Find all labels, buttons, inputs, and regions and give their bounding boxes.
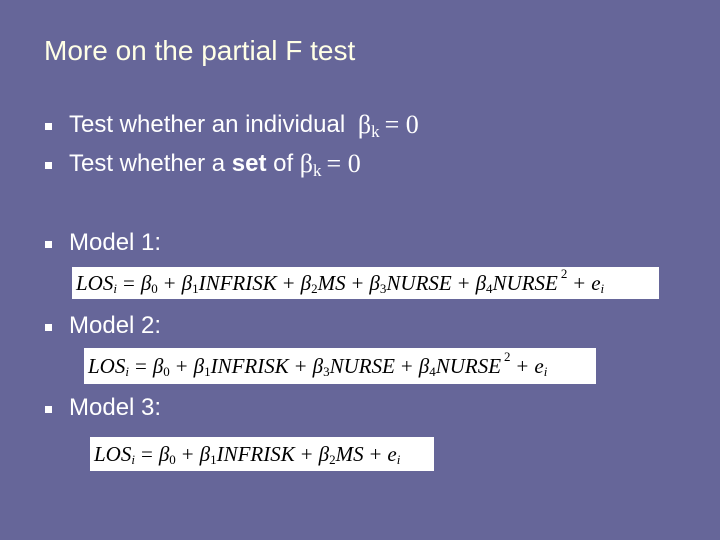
coefficient-subscript: 3	[379, 281, 387, 296]
equals-sign: =	[140, 441, 153, 466]
slide: More on the partial F test Test whether …	[0, 0, 720, 540]
equation-lhs-subscript: i	[125, 364, 129, 379]
plus-sign: +	[175, 353, 188, 378]
variable-name: NURSE	[492, 270, 558, 295]
plus-sign: +	[573, 270, 586, 295]
beta-coefficient: β	[312, 353, 324, 378]
beta-coefficient: β	[300, 270, 312, 295]
beta-coefficient: β	[318, 441, 330, 466]
bullet-text: Test whether an individual	[69, 111, 352, 138]
plus-sign: +	[163, 270, 176, 295]
error-term: e	[534, 353, 544, 378]
bullet-item-model-2: Model 2:	[45, 311, 161, 341]
beta-coefficient: β	[199, 441, 211, 466]
square-bullet-icon	[45, 122, 52, 130]
variable-name: INFRISK	[198, 270, 277, 295]
coefficient-subscript: 1	[192, 281, 199, 296]
plus-sign: +	[300, 441, 313, 466]
variable-name: MS	[335, 441, 364, 466]
plus-sign: +	[516, 353, 529, 378]
square-bullet-icon	[45, 405, 52, 413]
beta-coefficient: β	[152, 353, 164, 378]
slide-title: More on the partial F test	[44, 35, 356, 66]
plus-sign: +	[400, 353, 413, 378]
plus-sign: +	[181, 441, 194, 466]
coefficient-subscript: 2	[311, 281, 318, 296]
variable-name: NURSE	[435, 353, 502, 378]
bullet-bold-text: set	[231, 150, 267, 177]
exponent: 2	[504, 349, 511, 364]
error-term: e	[591, 270, 601, 295]
beta-coefficient: β	[369, 270, 380, 295]
beta-coefficient: β	[193, 353, 205, 378]
subscript: k	[371, 122, 380, 141]
beta-symbol: β	[299, 149, 314, 178]
error-subscript: i	[396, 452, 401, 467]
plus-sign: +	[369, 441, 382, 466]
bullet-text-suffix: of	[266, 150, 300, 177]
beta-coefficient: β	[181, 270, 193, 295]
model-3-equation: LOS i = β 0 + β 1 INFRISK + β 2 MS + e i	[90, 437, 434, 471]
equation-lhs-subscript: i	[113, 281, 117, 296]
coefficient-subscript: 2	[329, 452, 336, 467]
coefficient-subscript: 0	[151, 281, 158, 296]
variable-name: INFRISK	[216, 441, 295, 466]
bullet-item-set: Test whether a set of βk = 0	[45, 149, 361, 180]
variable-name: MS	[317, 270, 346, 295]
plus-sign: +	[282, 270, 295, 295]
plus-sign: +	[457, 270, 470, 295]
coefficient-subscript: 0	[169, 452, 176, 467]
coefficient-subscript: 0	[163, 364, 170, 379]
plus-sign: +	[351, 270, 364, 295]
beta-symbol: β	[357, 110, 372, 139]
model-label: Model 1:	[69, 229, 162, 256]
plus-sign: +	[294, 353, 307, 378]
square-bullet-icon	[45, 240, 52, 248]
equals-sign: =	[134, 353, 147, 378]
error-subscript: i	[543, 364, 548, 379]
bullet-item-individual: Test whether an individual βk = 0	[45, 110, 419, 141]
model-label: Model 3:	[69, 394, 162, 421]
square-bullet-icon	[45, 323, 52, 331]
equals-zero: = 0	[384, 110, 419, 139]
beta-coefficient: β	[475, 270, 487, 295]
coefficient-subscript: 4	[486, 281, 493, 296]
equals-zero: = 0	[326, 149, 361, 178]
variable-name: INFRISK	[210, 353, 289, 378]
variable-name: NURSE	[329, 353, 395, 378]
variable-name: NURSE	[386, 270, 452, 295]
model-label: Model 2:	[69, 312, 162, 339]
model-2-equation: LOS i = β 0 + β 1 INFRISK + β 3 NURSE + β 4 NURSE 2 + e i	[84, 348, 596, 384]
error-term: e	[387, 441, 397, 466]
beta-coefficient: β	[158, 441, 170, 466]
bullet-text: Test whether a	[69, 150, 232, 177]
equals-sign: =	[122, 270, 135, 295]
coefficient-subscript: 1	[210, 452, 217, 467]
error-subscript: i	[600, 281, 605, 296]
subscript: k	[313, 161, 322, 180]
bullet-item-model-1: Model 1:	[45, 228, 161, 258]
coefficient-subscript: 3	[323, 364, 330, 379]
coefficient-subscript: 1	[204, 364, 211, 379]
equation-lhs: LOS	[94, 441, 132, 466]
beta-coefficient: β	[140, 270, 152, 295]
model-1-equation: LOS i = β 0 + β 1 INFRISK + β 2 MS + β 3 NURSE + β 4 NURSE 2 +…	[72, 266, 659, 299]
equation-lhs: LOS	[88, 353, 126, 378]
beta-coefficient: β	[418, 353, 430, 378]
equation-lhs-subscript: i	[131, 452, 135, 467]
bullet-item-model-3: Model 3:	[45, 393, 161, 423]
square-bullet-icon	[45, 161, 52, 169]
equation-lhs: LOS	[76, 270, 114, 295]
coefficient-subscript: 4	[429, 364, 436, 379]
exponent: 2	[560, 266, 568, 281]
